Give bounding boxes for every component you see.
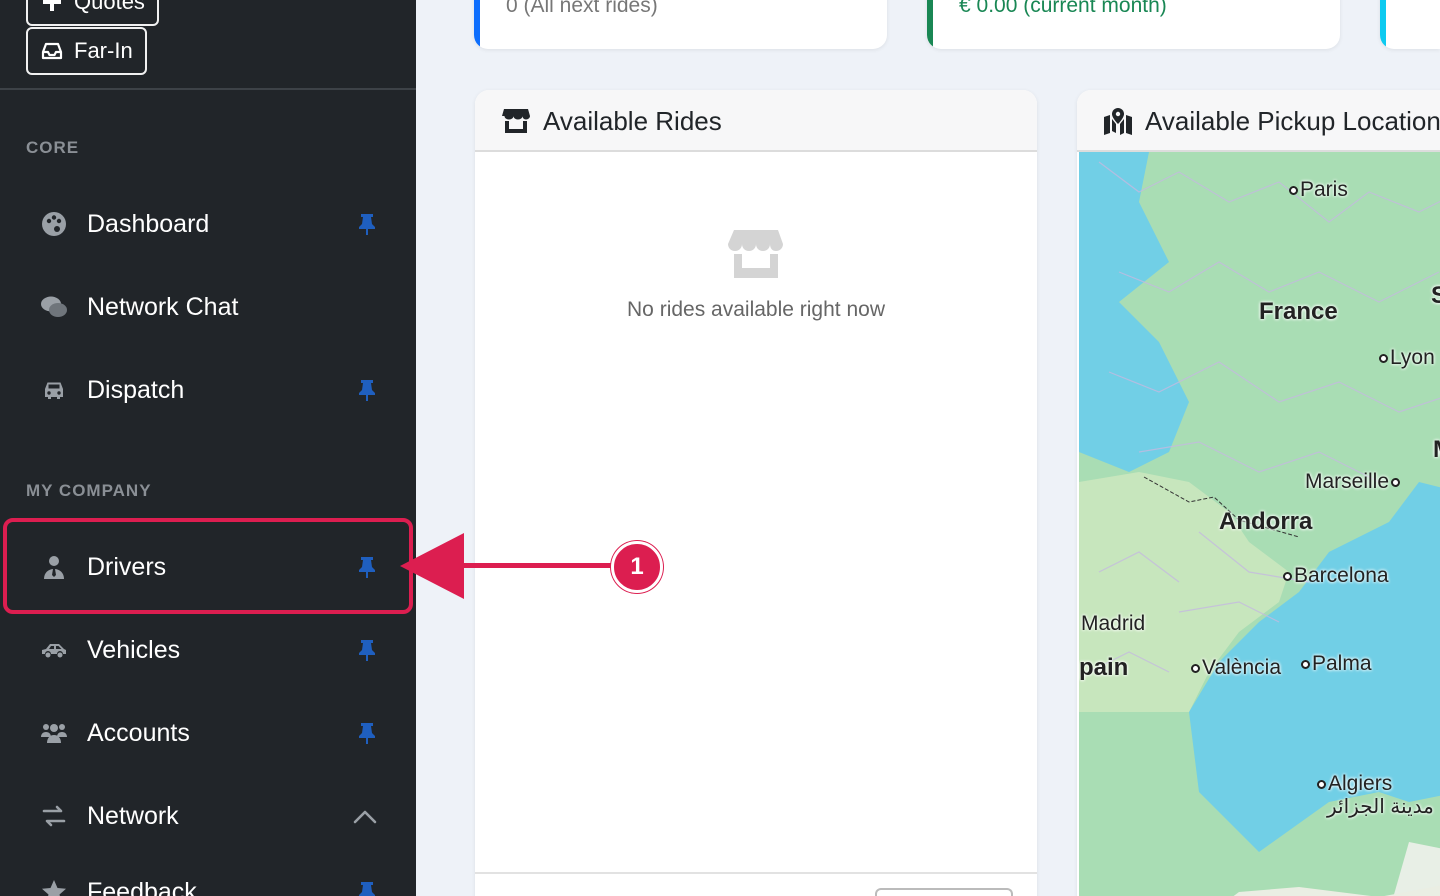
sidebar-item-network[interactable]: Network bbox=[0, 784, 416, 848]
sidebar-item-feedback[interactable]: Feedback bbox=[0, 860, 416, 896]
section-heading-my-company: MY COMPANY bbox=[26, 481, 152, 500]
sidebar-item-label: Dashboard bbox=[87, 209, 210, 238]
car-side-icon bbox=[40, 636, 68, 664]
pickup-locations-title: Available Pickup Locations bbox=[1145, 106, 1440, 136]
city-dot bbox=[1391, 477, 1401, 487]
palette-icon bbox=[40, 210, 68, 238]
map-label-madrid: Madrid bbox=[1081, 612, 1146, 635]
pickup-locations-header: Available Pickup Locations bbox=[1077, 90, 1440, 152]
star-icon bbox=[40, 878, 68, 896]
city-dot bbox=[1379, 353, 1388, 363]
sidebar-item-label: Feedback bbox=[87, 877, 197, 896]
highlight-box bbox=[3, 518, 413, 614]
sidebar: Quotes Far-In CORE Dashboard Network Cha… bbox=[0, 0, 416, 896]
sidebar-item-label: Vehicles bbox=[87, 635, 181, 664]
stat-next-rides-text: 0 (All next rides) bbox=[506, 0, 658, 17]
sidebar-item-accounts[interactable]: Accounts bbox=[0, 701, 416, 765]
sidebar-item-vehicles[interactable]: Vehicles bbox=[0, 618, 416, 682]
available-rides-header: Available Rides bbox=[475, 90, 1037, 152]
map-label-algiers: Algiers bbox=[1315, 772, 1392, 796]
users-icon bbox=[40, 719, 68, 747]
card-footer-button[interactable] bbox=[875, 888, 1013, 896]
map-marked-icon bbox=[1103, 107, 1133, 135]
available-rides-title: Available Rides bbox=[543, 106, 722, 136]
pin-icon[interactable] bbox=[356, 638, 378, 662]
stat-revenue-text: € 0.00 (current month) bbox=[959, 0, 1167, 17]
stat-card-third bbox=[1380, 0, 1440, 49]
sidebar-item-dashboard[interactable]: Dashboard bbox=[0, 192, 416, 256]
store-icon bbox=[728, 228, 784, 280]
comments-icon bbox=[40, 293, 68, 321]
city-dot bbox=[1317, 779, 1326, 789]
annotation-arrow-head bbox=[400, 533, 464, 599]
pin-icon[interactable] bbox=[356, 880, 378, 896]
quotes-label: Quotes bbox=[74, 0, 145, 14]
inbox-icon bbox=[40, 39, 64, 63]
map-label-algiers-arabic: مدينة الجزائر bbox=[1327, 796, 1434, 818]
map-label-barcelona: Barcelona bbox=[1281, 564, 1389, 588]
available-rides-card: Available Rides No rides available right… bbox=[475, 90, 1037, 896]
map-label-partial-s: S bbox=[1431, 282, 1440, 309]
store-icon bbox=[501, 107, 531, 135]
sidebar-item-label: Network Chat bbox=[87, 292, 239, 321]
pickup-map[interactable]: Paris France Lyon Marseille Andorra Barc… bbox=[1079, 152, 1440, 896]
map-label-valencia: València bbox=[1189, 656, 1281, 680]
plus-icon bbox=[40, 0, 64, 14]
pickup-locations-card: Available Pickup Locations Paris France … bbox=[1077, 90, 1440, 896]
sidebar-item-dispatch[interactable]: Dispatch bbox=[0, 358, 416, 422]
map-label-partial-m: M bbox=[1433, 436, 1440, 464]
quotes-button[interactable]: Quotes bbox=[26, 0, 159, 26]
card-footer-divider bbox=[475, 872, 1037, 874]
sidebar-item-network-chat[interactable]: Network Chat bbox=[0, 275, 416, 339]
map-label-palma: Palma bbox=[1299, 652, 1372, 676]
stat-card-revenue: € 0.00 (current month) bbox=[927, 0, 1340, 49]
pin-icon[interactable] bbox=[356, 212, 378, 236]
stat-card-next-rides: 0 (All next rides) bbox=[474, 0, 887, 49]
stat-accent-bar bbox=[474, 0, 480, 49]
far-in-label: Far-In bbox=[74, 38, 133, 63]
section-heading-core: CORE bbox=[26, 138, 80, 157]
chevron-up-icon[interactable] bbox=[352, 807, 378, 825]
far-in-button[interactable]: Far-In bbox=[26, 27, 147, 75]
pin-icon[interactable] bbox=[356, 721, 378, 745]
sidebar-item-label: Dispatch bbox=[87, 375, 185, 404]
city-dot bbox=[1289, 185, 1298, 195]
annotation-arrow-shaft bbox=[460, 563, 616, 568]
arrows-exchange-icon bbox=[40, 802, 68, 830]
map-label-marseille: Marseille bbox=[1305, 470, 1402, 494]
map-label-paris: Paris bbox=[1287, 178, 1348, 202]
map-label-france: France bbox=[1259, 298, 1338, 325]
step-badge: 1 bbox=[611, 541, 663, 593]
empty-state-text: No rides available right now bbox=[627, 298, 885, 321]
sidebar-item-label: Network bbox=[87, 801, 179, 830]
map-label-andorra: Andorra bbox=[1219, 508, 1313, 535]
city-dot bbox=[1301, 659, 1310, 669]
city-dot bbox=[1283, 571, 1292, 581]
sidebar-divider bbox=[0, 88, 416, 90]
map-label-spain: pain bbox=[1079, 654, 1129, 681]
map-label-lyon: Lyon bbox=[1377, 346, 1435, 370]
city-dot bbox=[1191, 663, 1200, 673]
pin-icon[interactable] bbox=[356, 378, 378, 402]
stat-accent-bar bbox=[1380, 0, 1386, 49]
sidebar-item-label: Accounts bbox=[87, 718, 190, 747]
stat-accent-bar bbox=[927, 0, 933, 49]
car-icon bbox=[40, 376, 68, 404]
